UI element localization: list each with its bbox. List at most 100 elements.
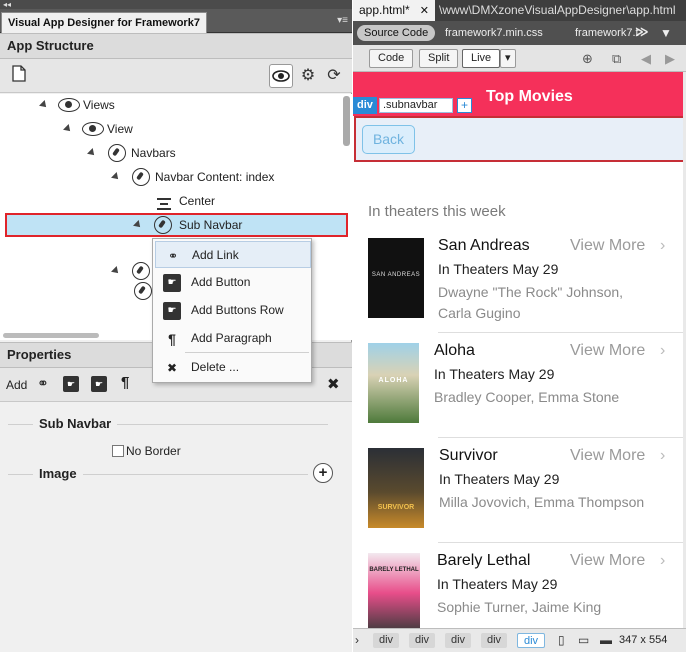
movie-release-date: In Theaters May 29 bbox=[434, 366, 555, 382]
movie-cast: Dwayne "The Rock" Johnson, Carla Gugino bbox=[438, 284, 624, 321]
app-navbar[interactable]: Top Movies div .subnavbar + bbox=[353, 72, 686, 116]
document-tabbar: app.html* ✕ \www\DMXzoneVisualAppDesigner… bbox=[353, 0, 686, 21]
toggle-visibility-button[interactable] bbox=[269, 64, 293, 88]
eye-icon bbox=[58, 98, 80, 112]
movie-title: Barely Lethal bbox=[437, 552, 531, 569]
movie-poster: ALOHA bbox=[368, 343, 419, 423]
properties-body: Sub Navbar No Border Image bbox=[0, 402, 352, 652]
menu-item-add-button[interactable]: ☛ Add Button bbox=[155, 269, 311, 296]
window-size-readout[interactable]: 347 x 554 bbox=[619, 634, 667, 646]
chevron-right-icon: › bbox=[660, 447, 666, 464]
expand-triangle-icon[interactable] bbox=[111, 266, 121, 276]
panel-tabbar: Visual App Designer for Framework7 ▾≡ bbox=[0, 9, 352, 33]
sub-navbar[interactable]: Back bbox=[354, 116, 685, 162]
tree-selection-highlight bbox=[5, 213, 348, 237]
compass-icon bbox=[108, 144, 126, 162]
link-icon[interactable]: ⚭ bbox=[37, 375, 49, 392]
view-more-link[interactable]: View More bbox=[570, 237, 645, 255]
paragraph-icon[interactable]: ¶ bbox=[121, 374, 129, 391]
menu-item-add-paragraph[interactable]: ¶ Add Paragraph bbox=[155, 325, 311, 352]
panel-menu-icon[interactable]: ▾≡ bbox=[337, 15, 348, 26]
double-chevron-right-icon[interactable]: ≫ bbox=[635, 24, 649, 40]
movie-release-date: In Theaters May 29 bbox=[438, 261, 559, 277]
sub-navbar-section-label: Sub Navbar bbox=[33, 416, 118, 431]
view-more-link[interactable]: View More bbox=[570, 447, 645, 465]
menu-item-delete[interactable]: ✖ Delete ... bbox=[155, 354, 311, 381]
movie-release-date: In Theaters May 29 bbox=[439, 471, 560, 487]
breadcrumb-tag[interactable]: div bbox=[445, 633, 472, 648]
refresh-icon[interactable]: ⟳ bbox=[323, 65, 345, 87]
add-class-button[interactable]: + bbox=[457, 98, 472, 113]
breadcrumb-tag[interactable]: div bbox=[481, 633, 508, 648]
back-arrow-icon[interactable]: ◀ bbox=[641, 51, 651, 67]
panel-collapse-strip[interactable]: ◂◂ bbox=[0, 0, 352, 9]
image-section-label: Image bbox=[33, 466, 83, 481]
split-view-button[interactable]: Split bbox=[419, 49, 459, 68]
view-more-link[interactable]: View More bbox=[570, 342, 645, 360]
related-file-css[interactable]: framework7.min.css bbox=[445, 25, 543, 41]
new-file-icon[interactable] bbox=[8, 65, 30, 87]
tag-selector-arrow-icon[interactable]: › bbox=[355, 633, 359, 647]
add-image-button[interactable]: + bbox=[313, 463, 333, 483]
expand-triangle-icon[interactable] bbox=[87, 148, 97, 158]
related-file-source-code[interactable]: Source Code bbox=[357, 25, 436, 41]
expand-triangle-icon[interactable] bbox=[63, 124, 73, 134]
movie-list-item[interactable]: BARELY LETHAL Barely Lethal View More › … bbox=[353, 543, 686, 633]
breadcrumb-tag-active[interactable]: div bbox=[517, 633, 546, 648]
tablet-size-icon[interactable]: ▭ bbox=[578, 633, 589, 647]
related-file-js[interactable]: framework7.t bbox=[575, 25, 639, 41]
code-view-button[interactable]: Code bbox=[369, 49, 414, 68]
poster-title: BARELY LETHAL bbox=[369, 567, 419, 573]
mobile-size-icon[interactable]: ▯ bbox=[558, 633, 565, 647]
delete-icon: ✖ bbox=[166, 361, 178, 375]
movie-cast: Sophie Turner, Jaime King bbox=[437, 599, 602, 615]
menu-item-add-buttons-row[interactable]: ☛ Add Buttons Row bbox=[155, 297, 311, 324]
app-structure-header[interactable]: App Structure bbox=[0, 33, 352, 59]
poster-title: SURVIVOR bbox=[377, 504, 415, 511]
link-icon: ⚭ bbox=[167, 249, 179, 263]
tree-horizontal-scrollbar[interactable] bbox=[3, 333, 99, 338]
desktop-size-icon[interactable]: ▬ bbox=[600, 633, 612, 647]
target-icon[interactable]: ⊕ bbox=[582, 51, 593, 67]
buttons-row-icon: ☛ bbox=[163, 302, 181, 320]
movie-list-item[interactable]: SAN ANDREAS San Andreas View More › In T… bbox=[353, 228, 686, 333]
related-files-bar: Source Code framework7.min.css framework… bbox=[353, 21, 686, 45]
menu-item-add-link[interactable]: ⚭ Add Link bbox=[155, 241, 311, 268]
paragraph-icon: ¶ bbox=[168, 331, 176, 347]
back-button[interactable]: Back bbox=[362, 125, 415, 154]
document-window: app.html* ✕ \www\DMXzoneVisualAppDesigner… bbox=[353, 0, 686, 652]
close-tab-icon[interactable]: ✕ bbox=[420, 5, 429, 17]
navbar-title: Top Movies bbox=[486, 88, 573, 105]
forward-arrow-icon[interactable]: ▶ bbox=[665, 51, 675, 67]
breadcrumb-tag[interactable]: div bbox=[409, 633, 436, 648]
compass-icon bbox=[132, 262, 150, 280]
button-icon[interactable]: ☛ bbox=[63, 376, 79, 392]
expand-triangle-icon[interactable] bbox=[111, 172, 121, 182]
breadcrumb-tag[interactable]: div bbox=[373, 633, 400, 648]
chevron-right-icon: › bbox=[660, 342, 666, 359]
buttons-row-icon[interactable]: ☛ bbox=[91, 376, 107, 392]
gear-icon[interactable]: ⚙ bbox=[297, 65, 319, 87]
panel-tab-title[interactable]: Visual App Designer for Framework7 bbox=[1, 12, 207, 33]
movie-list-item[interactable]: ALOHA Aloha View More › In Theaters May … bbox=[353, 333, 686, 438]
tree-vertical-scrollbar[interactable] bbox=[343, 96, 350, 146]
element-tag-label[interactable]: div bbox=[353, 97, 377, 114]
movie-list-item[interactable]: SURVIVOR Survivor View More › In Theater… bbox=[353, 438, 686, 543]
button-icon: ☛ bbox=[163, 274, 181, 292]
movie-poster: SAN ANDREAS bbox=[368, 238, 424, 318]
code-navigator-icon[interactable]: ⧉ bbox=[612, 51, 621, 67]
close-icon[interactable]: ✖ bbox=[327, 375, 340, 393]
no-border-checkbox[interactable] bbox=[112, 445, 124, 457]
selector-input[interactable]: .subnavbar bbox=[379, 98, 453, 113]
tree-item-label: Sub Navbar bbox=[179, 218, 243, 232]
view-more-link[interactable]: View More bbox=[570, 552, 645, 570]
list-header: In theaters this week bbox=[368, 203, 506, 220]
expand-triangle-icon[interactable] bbox=[39, 100, 49, 110]
live-view-button[interactable]: Live bbox=[462, 49, 501, 68]
live-options-dropdown[interactable]: ▾ bbox=[500, 49, 516, 68]
menu-item-label: Delete ... bbox=[191, 360, 240, 374]
movie-title: San Andreas bbox=[438, 237, 530, 254]
document-tab[interactable]: app.html* ✕ bbox=[353, 0, 435, 21]
menu-item-label: Add Link bbox=[192, 248, 239, 262]
filter-icon[interactable]: ▼ bbox=[660, 25, 672, 41]
